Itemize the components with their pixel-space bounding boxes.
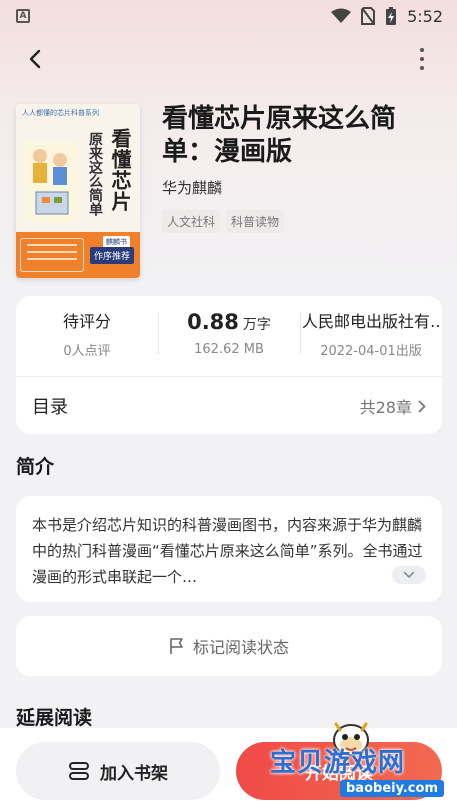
intro-heading: 简介 <box>16 456 55 478</box>
cover-text-box <box>20 238 84 272</box>
cover-title-main: 看懂芯片 <box>108 128 132 212</box>
tag-item[interactable]: 人文社科 <box>162 210 221 233</box>
back-button[interactable] <box>22 46 48 72</box>
book-title: 看懂芯片原来这么简单：漫画版 <box>162 104 397 167</box>
clock: 5:52 <box>407 6 443 26</box>
cover-title-side: 原来这么简单 <box>87 132 103 216</box>
flag-icon <box>170 638 183 654</box>
battery-charging-icon <box>385 6 397 26</box>
extended-reading-heading: 延展阅读 <box>16 707 93 729</box>
rating-stat[interactable]: 待评分 0人点评 <box>16 296 158 370</box>
expand-intro-button[interactable] <box>392 566 426 584</box>
divider <box>16 376 442 377</box>
cover-badge: 作序推荐 <box>89 247 134 264</box>
word-count-stat: 0.88 万字 162.62 MB <box>158 296 300 370</box>
book-tags: 人文社科 科普读物 <box>162 210 285 233</box>
publisher-name: 人民邮电出版社有… <box>302 311 440 331</box>
more-dot-icon <box>420 48 424 52</box>
wifi-icon <box>331 8 352 24</box>
intro-text: 本书是介绍芯片知识的科普漫画图书，内容来源于华为麒麟中的热门科普漫画“看懂芯片原… <box>32 516 423 586</box>
start-reading-label: 开始阅读 <box>305 763 373 784</box>
word-count-value: 0.88 <box>187 309 239 334</box>
top-nav <box>0 40 457 76</box>
toc-count: 共28章 <box>359 398 412 417</box>
mark-read-status-label: 标记阅读状态 <box>192 638 289 657</box>
status-left: A <box>14 9 30 23</box>
bottom-action-bar: 加入书架 开始阅读 <box>0 728 457 812</box>
rating-label: 待评分 <box>62 311 111 331</box>
chevron-right-icon <box>418 400 426 412</box>
mark-read-status-button[interactable]: 标记阅读状态 <box>16 616 442 676</box>
word-count: 0.88 万字 <box>187 310 271 334</box>
intro-card: 本书是介绍芯片知识的科普漫画图书，内容来源于华为麒麟中的热门科普漫画“看懂芯片原… <box>16 496 442 602</box>
bookshelf-icon <box>69 762 89 780</box>
table-of-contents-row[interactable]: 目录 共28章 <box>16 378 442 434</box>
rating-count: 0人点评 <box>63 343 111 359</box>
toc-label: 目录 <box>32 397 68 418</box>
status-right: 5:52 <box>331 6 443 26</box>
info-stats: 待评分 0人点评 0.88 万字 162.62 MB 人民邮电出版社有… 202… <box>16 296 442 370</box>
cover-series-text: 人人都懂的芯片科普系列 <box>22 109 99 117</box>
add-to-shelf-button[interactable]: 加入书架 <box>16 742 220 800</box>
status-bar: A 5:52 <box>0 0 457 32</box>
cover-illustration <box>24 142 78 222</box>
more-dot-icon <box>420 57 424 61</box>
toc-count-wrap: 共28章 <box>360 394 426 418</box>
file-size: 162.62 MB <box>194 341 264 357</box>
publisher-stat: 人民邮电出版社有… 2022-04-01出版 <box>300 296 442 370</box>
word-count-unit: 万字 <box>242 316 271 333</box>
add-to-shelf-label: 加入书架 <box>100 763 168 784</box>
more-dot-icon <box>420 66 424 70</box>
info-card: 待评分 0人点评 0.88 万字 162.62 MB 人民邮电出版社有… 202… <box>16 296 442 434</box>
publish-date: 2022-04-01出版 <box>320 343 422 359</box>
notification-icon: A <box>16 9 30 23</box>
tag-item[interactable]: 科普读物 <box>226 210 285 233</box>
chevron-left-icon <box>29 49 41 69</box>
chevron-down-icon <box>403 571 415 578</box>
book-author[interactable]: 华为麒麟 <box>162 177 222 198</box>
start-reading-button[interactable]: 开始阅读 <box>236 742 442 800</box>
more-options-button[interactable] <box>415 46 429 72</box>
book-cover[interactable]: 人人都懂的芯片科普系列 看懂芯片 原来这么简单 麒麟书 作序推荐 <box>16 104 140 278</box>
no-sim-icon <box>361 7 376 25</box>
